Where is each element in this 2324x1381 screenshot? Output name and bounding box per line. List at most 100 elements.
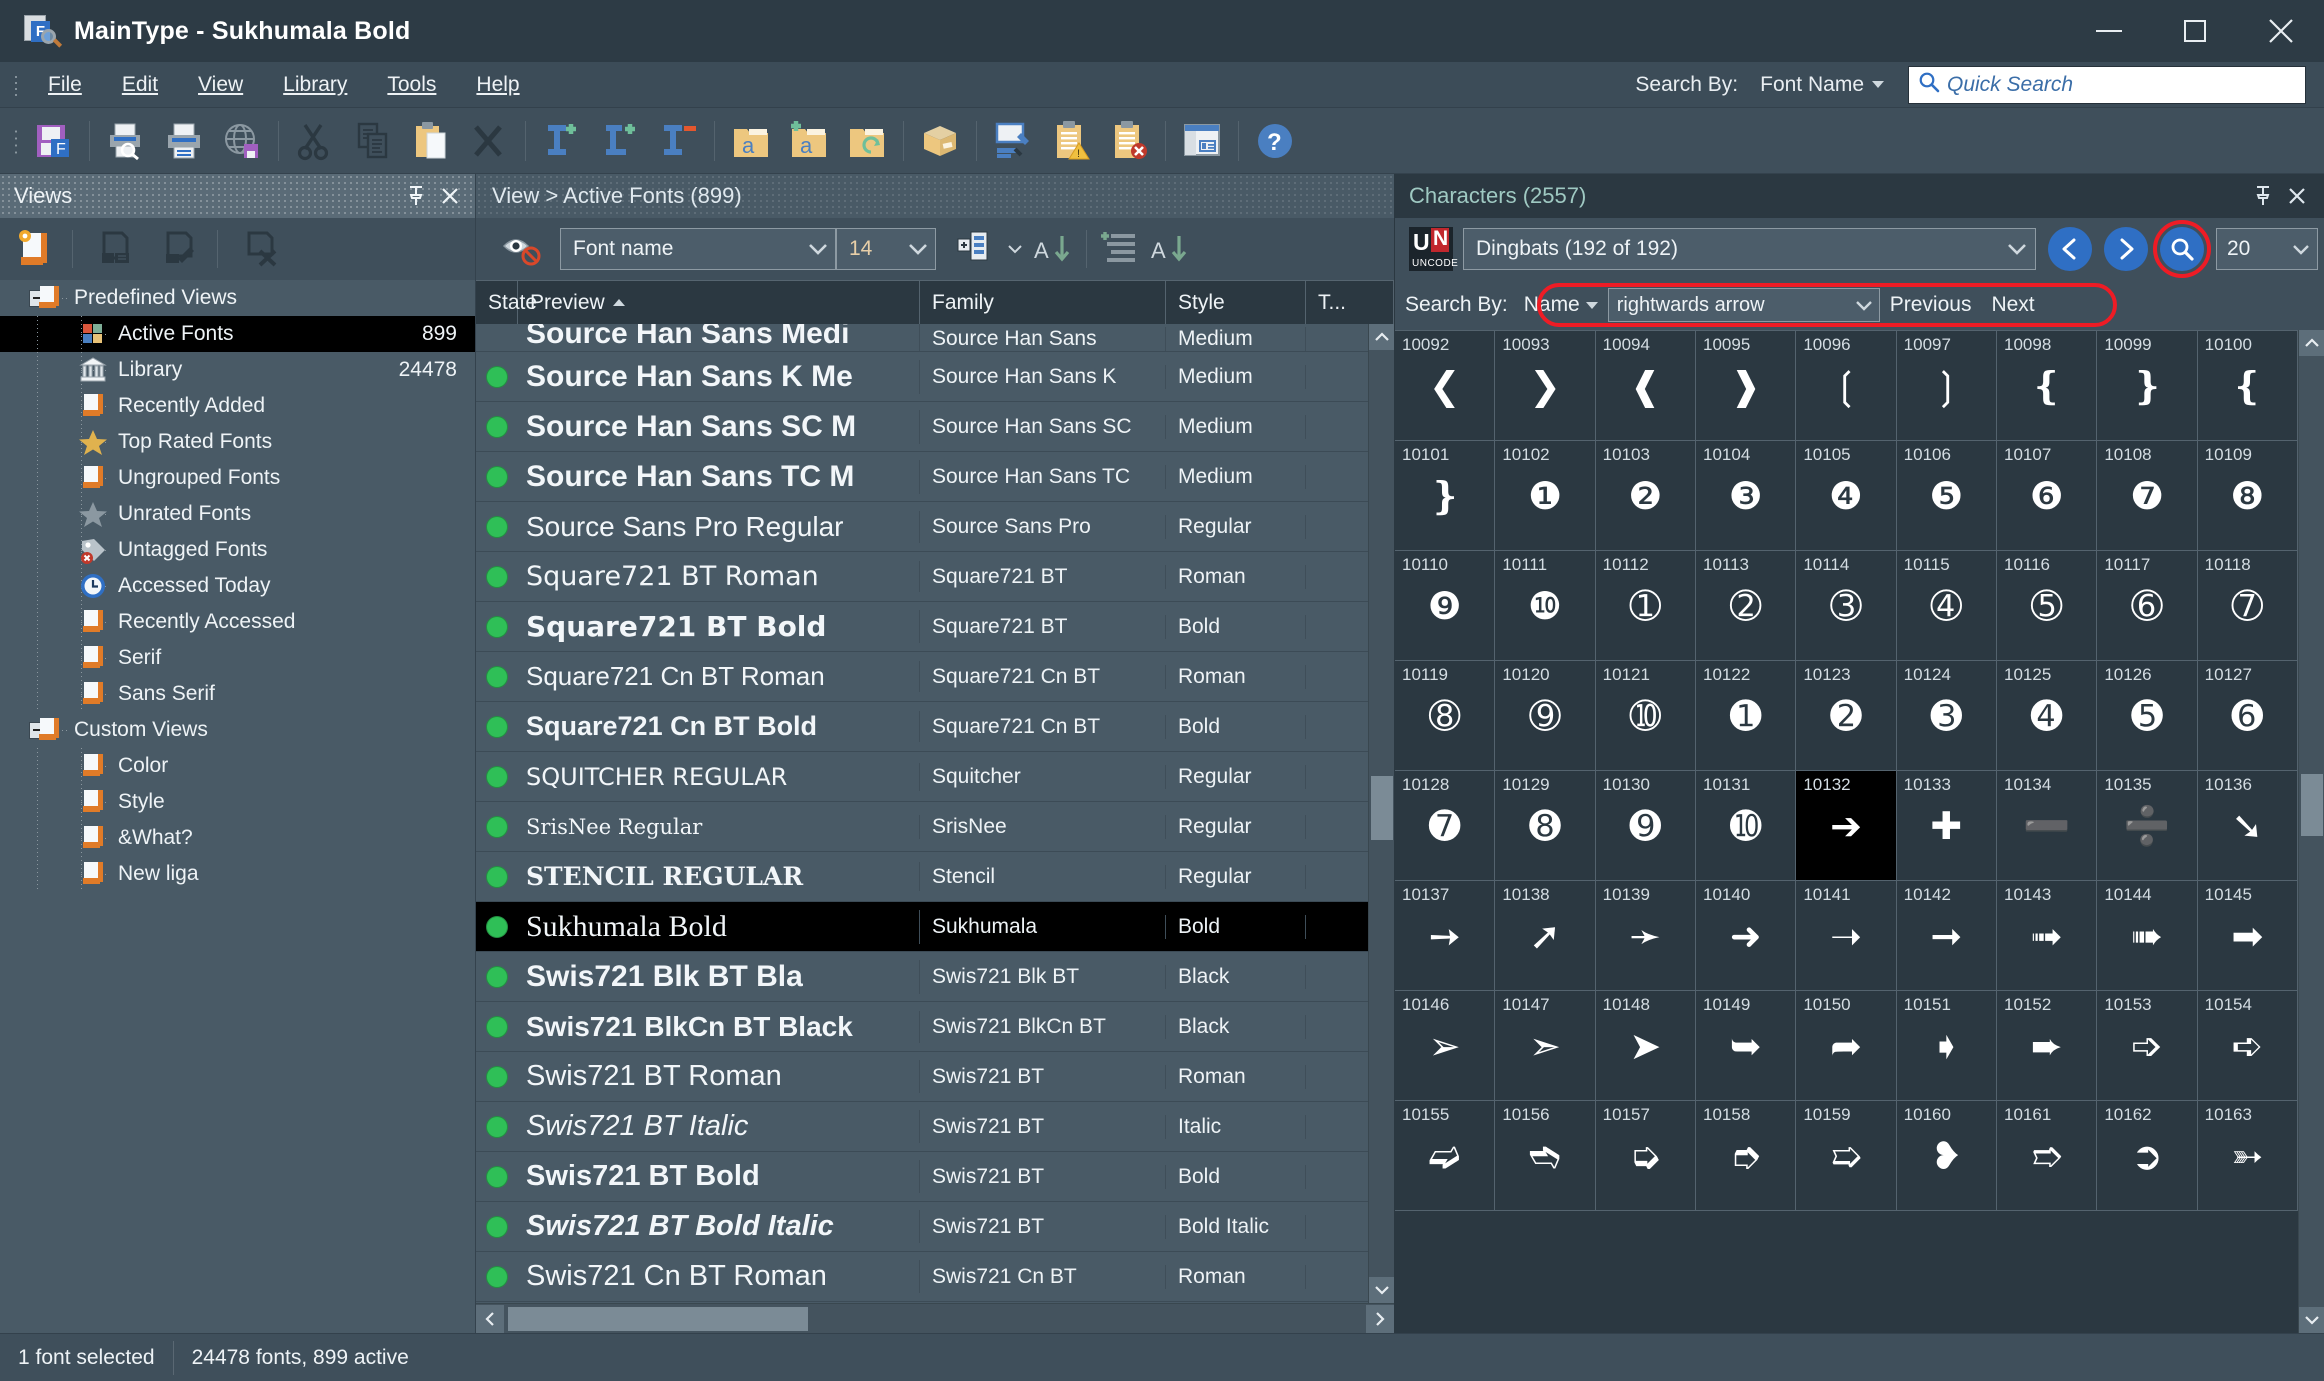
remove-report-icon[interactable] (1100, 112, 1158, 170)
close-button[interactable] (2238, 0, 2324, 62)
sidebar-item-recently-added[interactable]: Recently Added (0, 388, 475, 424)
vscroll-thumb[interactable] (2301, 774, 2323, 836)
status-badge[interactable] (476, 816, 518, 838)
delete-icon[interactable] (460, 112, 518, 170)
pin-icon[interactable] (2248, 180, 2278, 212)
character-cell[interactable]: 10126➎ (2097, 661, 2197, 771)
scroll-left-button[interactable] (476, 1305, 504, 1333)
sidebar-item-sans-serif[interactable]: Sans Serif (0, 676, 475, 712)
character-cell[interactable]: 10094❰ (1596, 331, 1696, 441)
deactivate-font-icon[interactable] (649, 112, 707, 170)
sidebar-item-accessed-today[interactable]: Accessed Today (0, 568, 475, 604)
status-badge[interactable] (476, 1116, 518, 1138)
character-cell[interactable]: 10142➞ (1897, 881, 1997, 991)
character-cell[interactable]: 10130➒ (1596, 771, 1696, 881)
sidebar-item-style[interactable]: Style (0, 784, 475, 820)
character-cell[interactable]: 10111❿ (1495, 551, 1595, 661)
column-header-style[interactable]: Style (1166, 281, 1306, 324)
add-font-folder-icon[interactable]: a (780, 112, 838, 170)
status-badge[interactable] (476, 1066, 518, 1088)
layout-icon[interactable] (1173, 112, 1231, 170)
sort-family-az-icon[interactable]: A (1145, 224, 1197, 274)
character-cell[interactable]: 10113➁ (1696, 551, 1796, 661)
search-previous-button[interactable]: Previous (1880, 290, 1982, 320)
characters-search-input[interactable]: rightwards arrow (1608, 288, 1880, 322)
new-view-icon[interactable] (6, 221, 64, 277)
sidebar-item-predefined-views[interactable]: Predefined Views (0, 280, 475, 316)
character-cell[interactable]: 10120➈ (1495, 661, 1595, 771)
table-row[interactable]: Square721 Cn BT BoldSquare721 Cn BTBold (476, 702, 1368, 752)
character-cell[interactable]: 10151➧ (1897, 991, 1997, 1101)
status-badge[interactable] (476, 1216, 518, 1238)
status-badge[interactable] (476, 966, 518, 988)
vscroll-track[interactable] (1369, 350, 1395, 1277)
maximize-button[interactable] (2152, 0, 2238, 62)
character-cell[interactable]: 10098❴ (1997, 331, 2097, 441)
character-cell[interactable]: 10131➓ (1696, 771, 1796, 881)
character-cell[interactable]: 10134➖ (1997, 771, 2097, 881)
character-cell[interactable]: 10122➊ (1696, 661, 1796, 771)
status-badge[interactable] (476, 366, 518, 388)
character-cell[interactable]: 10137➙ (1395, 881, 1495, 991)
status-badge[interactable] (476, 616, 518, 638)
table-row[interactable]: Swis721 Cn BT RomanSwis721 Cn BTRoman (476, 1252, 1368, 1302)
search-next-button[interactable]: Next (1981, 290, 2044, 320)
column-header-state[interactable]: State (476, 281, 518, 324)
scroll-up-button[interactable] (1369, 324, 1395, 350)
character-cell[interactable]: 10147➣ (1495, 991, 1595, 1101)
character-cell[interactable]: 10155➫ (1395, 1101, 1495, 1211)
character-cell[interactable]: 10161➱ (1997, 1101, 2097, 1211)
character-cell[interactable]: 10095❱ (1696, 331, 1796, 441)
menu-help[interactable]: Help (456, 69, 539, 101)
vscroll-thumb[interactable] (1371, 776, 1393, 840)
sidebar-item-serif[interactable]: Serif (0, 640, 475, 676)
status-badge[interactable] (476, 516, 518, 538)
sidebar-item-top-rated-fonts[interactable]: Top Rated Fonts (0, 424, 475, 460)
refresh-folder-icon[interactable] (838, 112, 896, 170)
character-cell[interactable]: 10133✚ (1897, 771, 1997, 881)
table-row[interactable]: Source Sans Pro RegularSource Sans ProRe… (476, 502, 1368, 552)
character-cell[interactable]: 10132➔ (1796, 771, 1896, 881)
scroll-down-button[interactable] (1369, 1277, 1395, 1303)
menu-view[interactable]: View (178, 69, 263, 101)
sidebar-item-new-liga[interactable]: New liga (0, 856, 475, 892)
menu-file[interactable]: File (28, 69, 102, 101)
character-cell[interactable]: 10163➳ (2198, 1101, 2298, 1211)
web-export-icon[interactable] (213, 112, 271, 170)
cut-icon[interactable] (286, 112, 344, 170)
column-header-family[interactable]: Family (920, 281, 1166, 324)
status-badge[interactable] (476, 916, 518, 938)
character-cell[interactable]: 10115➃ (1897, 551, 1997, 661)
print-icon[interactable] (155, 112, 213, 170)
character-cell[interactable]: 10138➚ (1495, 881, 1595, 991)
sidebar-item-library[interactable]: Library24478 (0, 352, 475, 388)
search-by-dropdown[interactable]: Font Name (1754, 70, 1890, 100)
character-cell[interactable]: 10099❵ (2097, 331, 2197, 441)
print-preview-icon[interactable] (97, 112, 155, 170)
table-row[interactable]: Square721 Cn BT RomanSquare721 Cn BTRoma… (476, 652, 1368, 702)
character-cell[interactable]: 10157➭ (1596, 1101, 1696, 1211)
character-cell[interactable]: 10158➮ (1696, 1101, 1796, 1211)
character-cell[interactable]: 10140➜ (1696, 881, 1796, 991)
previous-block-button[interactable] (2048, 227, 2092, 271)
sidebar-item-active-fonts[interactable]: Active Fonts899 (0, 316, 475, 352)
character-cell[interactable]: 10116➄ (1997, 551, 2097, 661)
status-badge[interactable] (476, 716, 518, 738)
pin-icon[interactable] (401, 180, 431, 212)
character-cell[interactable]: 10139➛ (1596, 881, 1696, 991)
table-row[interactable]: SQUITCHER REGULARSquitcherRegular (476, 752, 1368, 802)
close-icon[interactable] (435, 180, 465, 212)
grid-options-icon[interactable] (950, 224, 1002, 274)
character-cell[interactable]: 10145➡ (2198, 881, 2298, 991)
character-cell[interactable]: 10123➋ (1796, 661, 1896, 771)
sidebar-item-recently-accessed[interactable]: Recently Accessed (0, 604, 475, 640)
character-cell[interactable]: 10144➠ (2097, 881, 2197, 991)
chevron-down-icon[interactable] (1002, 224, 1028, 274)
character-cell[interactable]: 10106❺ (1897, 441, 1997, 551)
character-cell[interactable]: 10152➨ (1997, 991, 2097, 1101)
character-cell[interactable]: 10136➘ (2198, 771, 2298, 881)
save-font-icon[interactable]: F (24, 112, 82, 170)
font-problems-icon[interactable]: ! (1042, 112, 1100, 170)
sidebar-item-what[interactable]: &What? (0, 820, 475, 856)
table-row[interactable]: Square721 BT BoldSquare721 BTBold (476, 602, 1368, 652)
